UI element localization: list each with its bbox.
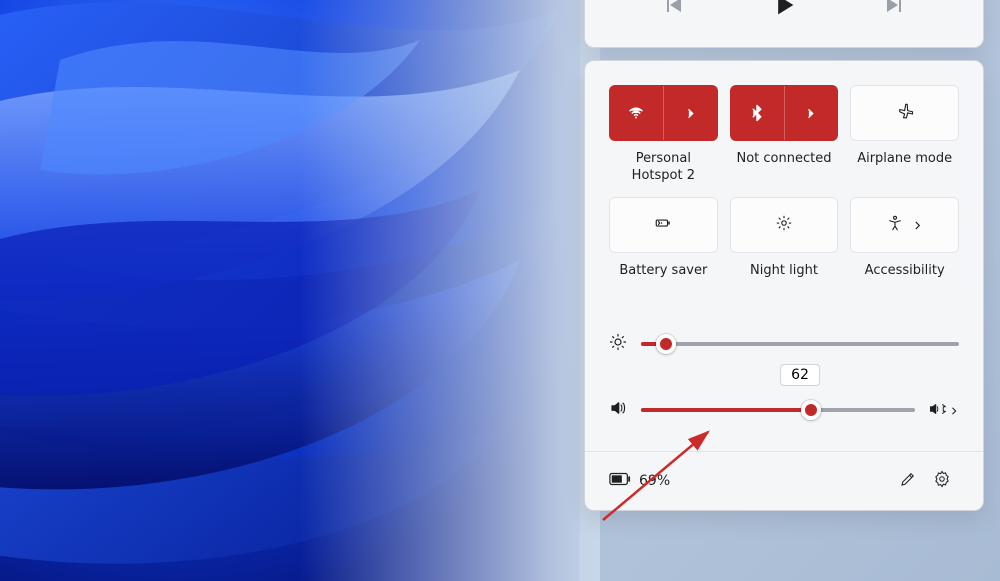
wifi-label: Personal Hotspot 2 <box>609 151 718 185</box>
media-prev-icon[interactable] <box>661 0 685 21</box>
pencil-icon <box>899 470 917 492</box>
accessibility-label: Accessibility <box>850 263 959 297</box>
bluetooth-label: Not connected <box>730 151 839 185</box>
chevron-right-icon <box>949 401 959 420</box>
volume-icon <box>609 399 627 421</box>
battery-icon <box>609 472 631 490</box>
airplane-icon <box>896 102 914 124</box>
night-light-tile[interactable] <box>730 197 839 253</box>
battery-saver-label: Battery saver <box>609 263 718 297</box>
media-play-icon[interactable] <box>770 0 798 23</box>
brightness-slider-row: 62 <box>609 325 959 363</box>
volume-slider-thumb[interactable] <box>801 400 821 420</box>
volume-slider-row <box>609 391 959 429</box>
gear-icon <box>933 470 951 492</box>
wifi-expand-icon[interactable] <box>664 86 717 140</box>
battery-saver-tile[interactable] <box>609 197 718 253</box>
audio-output-button[interactable] <box>929 401 959 420</box>
battery-status[interactable]: 69% <box>609 472 670 490</box>
brightness-slider-thumb[interactable] <box>656 334 676 354</box>
quick-settings-panel: Personal Hotspot 2 Not connected <box>584 60 984 511</box>
bluetooth-icon[interactable] <box>731 86 784 140</box>
wallpaper-fade <box>300 0 600 581</box>
wifi-tile[interactable] <box>609 85 718 141</box>
accessibility-icon <box>886 214 904 236</box>
airplane-mode-label: Airplane mode <box>850 151 959 185</box>
brightness-icon <box>609 333 627 355</box>
battery-saver-icon <box>654 214 672 236</box>
bluetooth-tile[interactable] <box>730 85 839 141</box>
sliders-section: 62 <box>609 325 959 429</box>
brightness-slider[interactable]: 62 <box>641 342 959 346</box>
quick-settings-footer: 69% <box>585 451 983 510</box>
night-light-icon <box>775 214 793 236</box>
brightness-value: 62 <box>780 364 820 386</box>
audio-output-icon <box>929 401 947 420</box>
wifi-icon[interactable] <box>610 86 663 140</box>
media-controls-panel <box>584 0 984 48</box>
settings-button[interactable] <box>925 464 959 498</box>
airplane-mode-tile[interactable] <box>850 85 959 141</box>
quick-settings-tiles: Personal Hotspot 2 Not connected <box>609 85 959 297</box>
battery-percent-text: 69% <box>639 473 670 489</box>
accessibility-tile[interactable] <box>850 197 959 253</box>
media-next-icon[interactable] <box>883 0 907 21</box>
edit-button[interactable] <box>891 464 925 498</box>
volume-slider[interactable] <box>641 408 915 412</box>
night-light-label: Night light <box>730 263 839 297</box>
accessibility-expand-icon[interactable] <box>912 216 923 235</box>
bluetooth-expand-icon[interactable] <box>785 86 838 140</box>
